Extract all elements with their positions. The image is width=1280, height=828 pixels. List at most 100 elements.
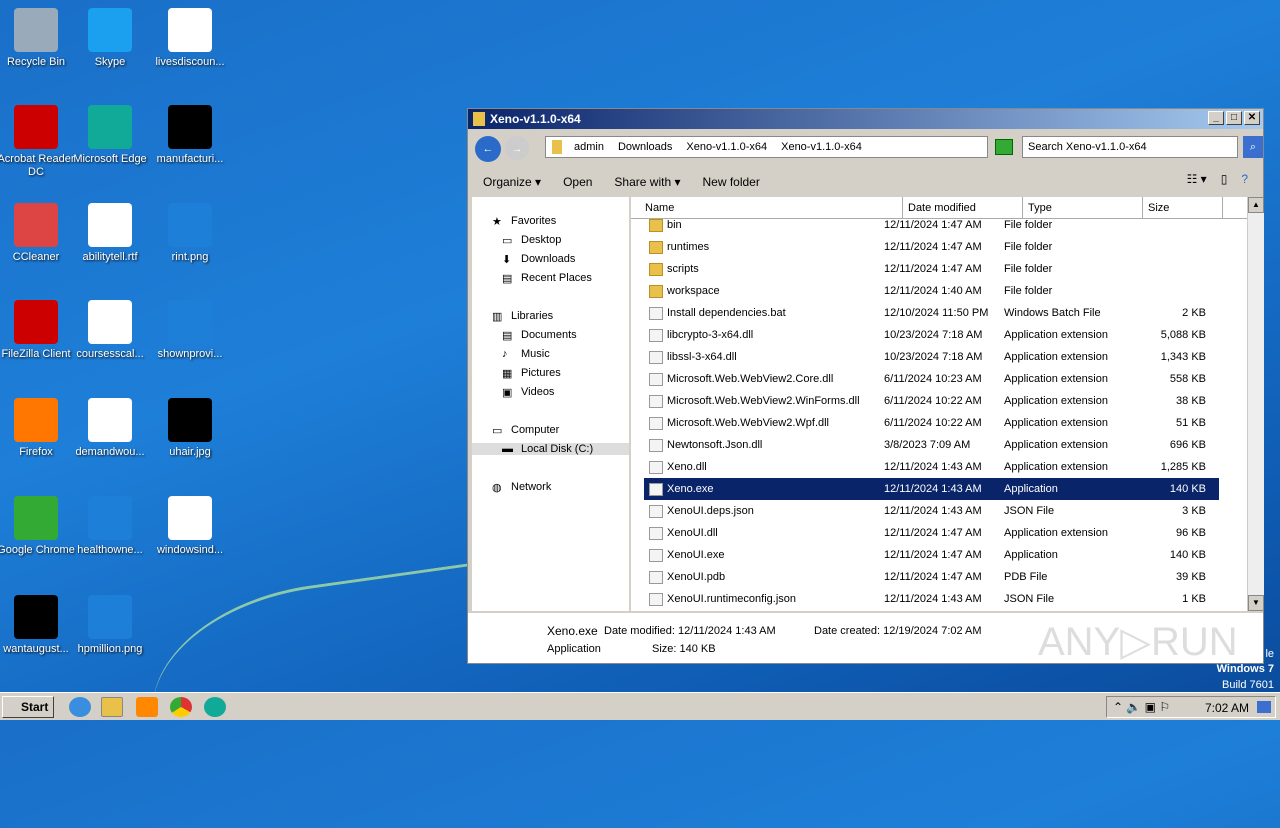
file-row[interactable]: runtimes 12/11/2024 1:47 AM File folder: [644, 236, 1219, 258]
nav-item[interactable]: ♪ Music: [502, 348, 550, 360]
forward-button[interactable]: →: [505, 136, 529, 160]
nav-item[interactable]: ▣ Videos: [502, 386, 554, 399]
file-row[interactable]: Microsoft.Web.WebView2.Wpf.dll 6/11/2024 …: [644, 412, 1219, 434]
file-row[interactable]: libcrypto-3-x64.dll 10/23/2024 7:18 AM App…: [644, 324, 1219, 346]
ie-icon[interactable]: [69, 697, 91, 717]
new-folder-button[interactable]: New folder: [702, 175, 759, 189]
breadcrumb-item[interactable]: Xeno-v1.1.0-x64: [781, 141, 862, 157]
edge-icon[interactable]: [204, 697, 226, 717]
file-row[interactable]: bin 12/11/2024 1:47 AM File folder: [644, 214, 1219, 236]
organize-button[interactable]: Organize ▾: [483, 175, 541, 189]
file-type: Application: [1004, 549, 1058, 561]
show-desktop-icon[interactable]: [1257, 701, 1271, 713]
desktop-icon[interactable]: Skype: [70, 8, 150, 69]
close-button[interactable]: ✕: [1244, 111, 1260, 125]
vertical-scrollbar[interactable]: ▲ ▼: [1247, 197, 1264, 611]
nav-item[interactable]: ▥ Libraries: [492, 310, 553, 323]
desktop-icon[interactable]: Google Chrome: [0, 496, 76, 557]
file-row[interactable]: scripts 12/11/2024 1:47 AM File folder: [644, 258, 1219, 280]
share-with-button[interactable]: Share with ▾: [614, 175, 680, 189]
preview-pane-icon[interactable]: ▯: [1221, 172, 1228, 186]
file-row[interactable]: XenoUI.runtimeconfig.json 12/11/2024 1:43…: [644, 588, 1219, 610]
media-player-icon[interactable]: [136, 697, 158, 717]
file-row[interactable]: Microsoft.Web.WebView2.Core.dll 6/11/2024…: [644, 368, 1219, 390]
desktop-icon[interactable]: uhair.jpg: [150, 398, 230, 459]
explorer-taskbar-icon[interactable]: [101, 697, 123, 717]
desktop-icon-label: wantaugust...: [3, 643, 69, 655]
file-size: 696 KB: [1169, 439, 1206, 451]
file-type: Application extension: [1004, 417, 1108, 429]
nav-item-icon: ▭: [492, 425, 503, 437]
nav-item[interactable]: ⬇ Downloads: [502, 253, 575, 266]
view-options-icon[interactable]: ☷ ▾: [1187, 172, 1207, 186]
start-button[interactable]: Start: [2, 696, 54, 718]
file-date: 6/11/2024 10:22 AM: [884, 395, 982, 407]
breadcrumb-item[interactable]: Downloads: [618, 141, 672, 157]
file-row[interactable]: XenoUI.dll 12/11/2024 1:47 AM Application …: [644, 522, 1219, 544]
open-button[interactable]: Open: [563, 175, 592, 189]
nav-item[interactable]: ◍ Network: [492, 481, 551, 494]
desktop-icon[interactable]: livesdiscoun...: [150, 8, 230, 69]
file-name: Xeno.dll: [667, 461, 707, 473]
nav-item-label: Computer: [511, 424, 560, 436]
file-row[interactable]: XenoUI.exe 12/11/2024 1:47 AM Application 1…: [644, 544, 1219, 566]
desktop-icon[interactable]: FileZilla Client: [0, 300, 76, 361]
desktop-icon[interactable]: shownprovi...: [150, 300, 230, 361]
breadcrumb[interactable]: admin Downloads Xeno-v1.1.0-x64 Xeno-v1.1.0…: [545, 136, 988, 158]
desktop-icon-image: [88, 398, 132, 442]
show-hidden-icons[interactable]: ⌃ 🔈 ▣ ⚐: [1113, 700, 1170, 714]
file-row[interactable]: Install dependencies.bat 12/10/2024 11:50…: [644, 302, 1219, 324]
file-row[interactable]: XenoUI.pdb 12/11/2024 1:47 AM PDB File 39 K…: [644, 566, 1219, 588]
nav-item[interactable]: ▬ Local Disk (C:): [472, 443, 629, 455]
desktop-icon[interactable]: CCleaner: [0, 203, 76, 264]
file-row[interactable]: XenoUI.deps.json 12/11/2024 1:43 AM JSON F…: [644, 500, 1219, 522]
file-icon: [649, 394, 663, 408]
search-icon[interactable]: ⌕: [1243, 136, 1263, 158]
nav-item[interactable]: ★ Favorites: [492, 215, 557, 228]
desktop-icon[interactable]: Recycle Bin: [0, 8, 76, 69]
file-row[interactable]: Microsoft.Web.WebView2.WinForms.dll 6/11/…: [644, 390, 1219, 412]
desktop-icon[interactable]: rint.png: [150, 203, 230, 264]
scroll-down-button[interactable]: ▼: [1248, 595, 1264, 611]
chrome-icon[interactable]: [170, 697, 192, 717]
nav-item[interactable]: ▤ Documents: [502, 329, 577, 342]
desktop-icon[interactable]: abilitytell.rtf: [70, 203, 150, 264]
nav-item[interactable]: ▦ Pictures: [502, 367, 561, 380]
maximize-button[interactable]: □: [1226, 111, 1242, 125]
desktop-icon[interactable]: healthowne...: [70, 496, 150, 557]
refresh-button[interactable]: [995, 139, 1013, 155]
nav-item-label: Favorites: [511, 215, 557, 227]
minimize-button[interactable]: _: [1208, 111, 1224, 125]
back-button[interactable]: ←: [475, 136, 501, 162]
breadcrumb-item[interactable]: Xeno-v1.1.0-x64: [686, 141, 767, 157]
file-row[interactable]: workspace 12/11/2024 1:40 AM File folder: [644, 280, 1219, 302]
file-row[interactable]: Newtonsoft.Json.dll 3/8/2023 7:09 AM Appli…: [644, 434, 1219, 456]
desktop-icon[interactable]: manufacturi...: [150, 105, 230, 166]
desktop-icon[interactable]: Acrobat Reader DC: [0, 105, 76, 179]
nav-item-label: Pictures: [521, 367, 561, 379]
nav-item[interactable]: ▭ Desktop: [502, 234, 561, 247]
desktop-icon-image: [14, 300, 58, 344]
file-size: 1,343 KB: [1160, 351, 1206, 363]
status-type: Application: [547, 643, 601, 655]
clock[interactable]: 7:02 AM: [1205, 701, 1249, 715]
file-row[interactable]: libssl-3-x64.dll 10/23/2024 7:18 AM Applic…: [644, 346, 1219, 368]
title-bar[interactable]: Xeno-v1.1.0-x64 _ □ ✕: [468, 109, 1263, 129]
desktop-icon[interactable]: wantaugust...: [0, 595, 76, 656]
desktop-icon[interactable]: coursesscal...: [70, 300, 150, 361]
desktop-icon[interactable]: Firefox: [0, 398, 76, 459]
nav-item[interactable]: ▤ Recent Places: [502, 272, 592, 285]
desktop-icon[interactable]: Microsoft Edge: [70, 105, 150, 166]
desktop-icon[interactable]: windowsind...: [150, 496, 230, 557]
desktop-icon-image: [88, 105, 132, 149]
file-type: JSON File: [1004, 505, 1055, 517]
nav-item[interactable]: ▭ Computer: [492, 424, 560, 437]
breadcrumb-item[interactable]: admin: [574, 141, 604, 157]
file-row[interactable]: Xeno.exe 12/11/2024 1:43 AM Application 140…: [644, 478, 1219, 500]
file-row[interactable]: Xeno.dll 12/11/2024 1:43 AM Application ex…: [644, 456, 1219, 478]
scroll-up-button[interactable]: ▲: [1248, 197, 1264, 213]
help-icon[interactable]: ?: [1241, 172, 1248, 186]
desktop-icon[interactable]: demandwou...: [70, 398, 150, 459]
search-input[interactable]: Search Xeno-v1.1.0-x64: [1022, 136, 1238, 158]
desktop-icon[interactable]: hpmillion.png: [70, 595, 150, 656]
